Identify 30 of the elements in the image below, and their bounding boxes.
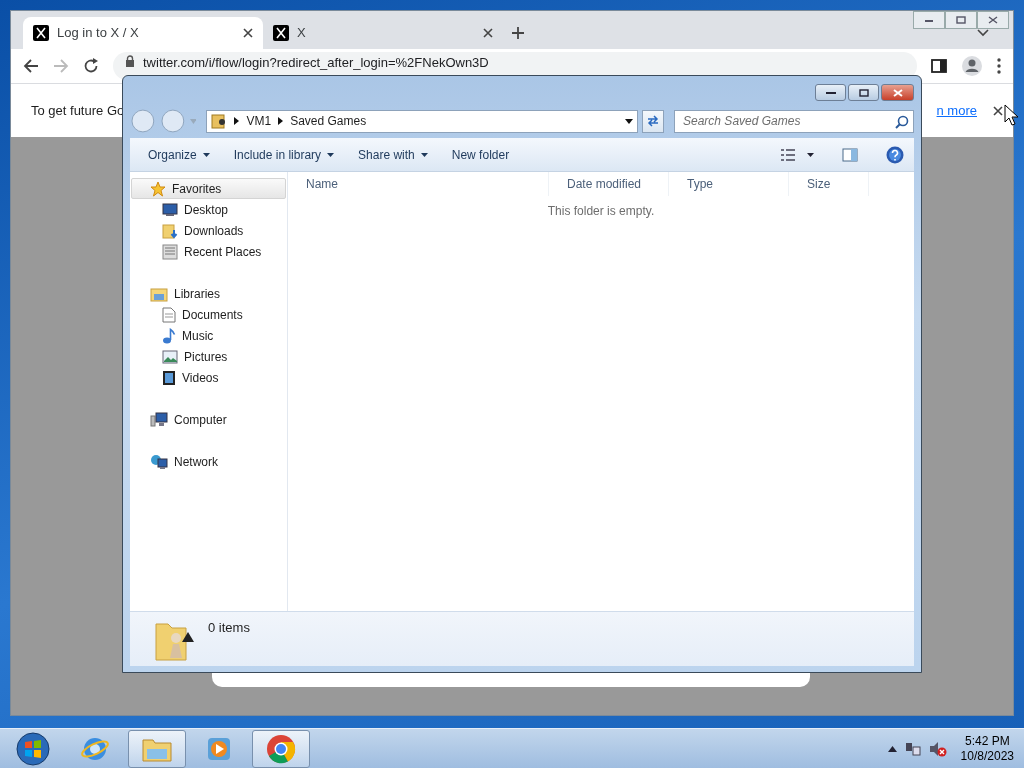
nav-item[interactable]: Libraries	[131, 283, 286, 304]
toolbar-button[interactable]: Share with	[348, 143, 438, 166]
nav-item[interactable]: Documents	[131, 304, 286, 325]
nav-item[interactable]: Downloads	[131, 220, 286, 241]
toolbar-button[interactable]: New folder	[441, 143, 520, 166]
breadcrumb-item[interactable]: Saved Games	[290, 112, 367, 130]
column-header[interactable]: Date modified	[549, 172, 669, 196]
nav-item[interactable]: Videos	[131, 367, 286, 388]
column-header[interactable]: Size	[789, 172, 869, 196]
nav-item[interactable]: Music	[131, 325, 286, 346]
clock[interactable]: 5:42 PM 10/8/2023	[954, 733, 1020, 764]
breadcrumb-item[interactable]: VM1	[246, 112, 272, 130]
browser-tab[interactable]: Log in to X / X	[23, 17, 263, 49]
nav-item[interactable]: Computer	[131, 409, 286, 430]
address-bar[interactable]: VM1 Saved Games	[206, 109, 639, 133]
url-text: twitter.com/i/flow/login?redirect_after_login=%2FNekOwn3D	[143, 55, 489, 70]
toolbar-button[interactable]: Include in library	[223, 143, 345, 166]
column-header[interactable]: Type	[669, 172, 789, 196]
browser-tab[interactable]: X	[263, 17, 503, 49]
column-header[interactable]: Name	[288, 172, 549, 196]
nav-item[interactable]: Recent Places	[131, 241, 286, 262]
nav-item[interactable]: Favorites	[131, 178, 286, 199]
item-count: 0 items	[208, 619, 250, 637]
nav-item[interactable]: Pictures	[131, 346, 286, 367]
nav-item[interactable]: Network	[131, 451, 286, 472]
toolbar-button[interactable]: Organize	[138, 143, 220, 166]
empty-folder-message: This folder is empty.	[546, 203, 656, 220]
learn-more-link[interactable]: n more	[936, 100, 977, 121]
nav-item[interactable]: Desktop	[131, 199, 286, 220]
search-field[interactable]: Search Saved Games	[674, 109, 914, 133]
